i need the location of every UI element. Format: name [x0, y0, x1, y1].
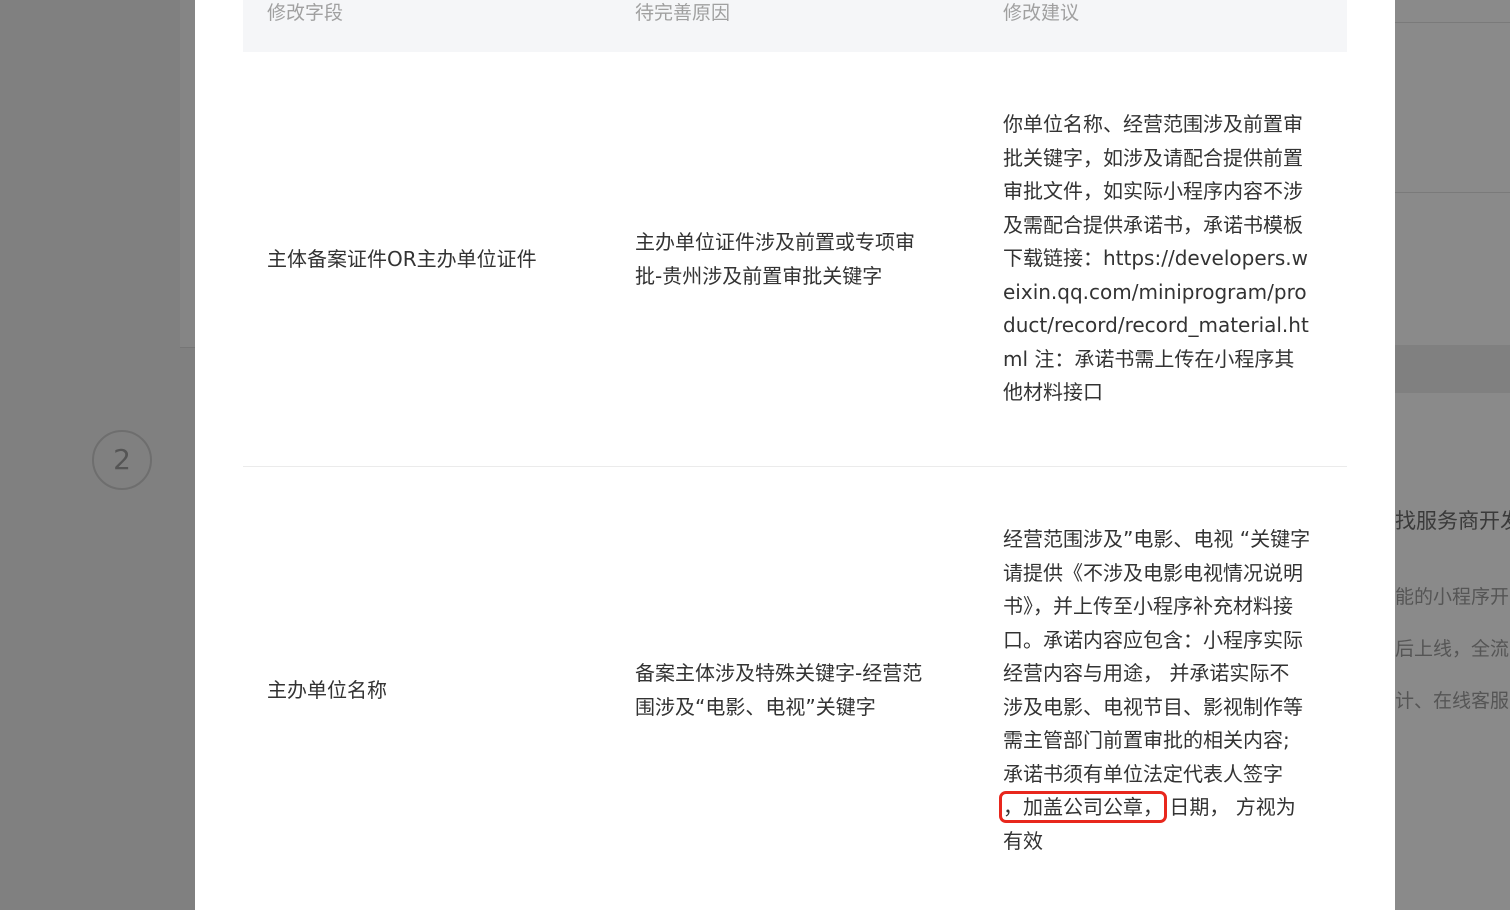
suggestion-line: 有效	[1003, 828, 1043, 853]
suggestion-line: 经营范围涉及”电影、电视 “关键字	[1003, 527, 1311, 551]
row-divider	[243, 466, 1347, 467]
suggestion-line: 需主管部门前置审批的相关内容;	[1003, 728, 1290, 752]
row2-reason: 备案主体涉及特殊关键字-经营范 围涉及“电影、电视”关键字	[635, 657, 922, 724]
row2-field: 主办单位名称	[267, 678, 387, 702]
table-header: 修改字段 待完善原因 修改建议	[243, 0, 1347, 52]
header-suggestion: 修改建议	[1003, 2, 1080, 24]
suggestion-line: 承诺书须有单位法定代表人签字	[1003, 761, 1283, 786]
suggestion-line: 请提供《不涉及电影电视情况说明	[1003, 560, 1303, 585]
service-desc-line: 能的小程序开	[1395, 586, 1510, 608]
row1-suggestion: 你单位名称、经营范围涉及前置审 批关键字，如涉及请配合提供前置 审批文件，如实际…	[1003, 108, 1309, 410]
suggestion-line: 批关键字，如涉及请配合提供前置	[1003, 145, 1303, 170]
row1-reason: 主办单位证件涉及前置或专项审 批-贵州涉及前置审批关键字	[635, 226, 915, 293]
reason-line: 备案主体涉及特殊关键字-经营范	[635, 661, 923, 685]
row1-field: 主体备案证件OR主办单位证件	[267, 247, 537, 271]
suggestion-text: 日期， 方视为	[1169, 795, 1296, 819]
suggestion-line: 你单位名称、经营范围涉及前置审	[1003, 112, 1303, 136]
row2-suggestion: 经营范围涉及”电影、电视 “关键字 请提供《不涉及电影电视情况说明 书》，并上传…	[999, 523, 1311, 858]
service-desc-line: 计、在线客服	[1395, 690, 1510, 712]
suggestion-line: ml 注：承诺书需上传在小程序其	[1003, 346, 1295, 371]
suggestion-line: 下载链接：https://developers.w	[1003, 246, 1308, 270]
header-field: 修改字段	[267, 2, 344, 24]
suggestion-line: duct/record/record_material.ht	[1003, 313, 1309, 337]
suggestion-line: 他材料接口	[1003, 380, 1103, 404]
suggestion-line: 经营内容与用途， 并承诺实际不	[1003, 661, 1290, 685]
review-result-dialog: 修改字段 待完善原因 修改建议 主体备案证件OR主办单位证件 主办单位证件涉及前…	[195, 0, 1395, 910]
service-title: 找服务商开发	[1395, 509, 1510, 533]
reason-line: 主办单位证件涉及前置或专项审	[635, 230, 915, 254]
suggestion-line: 审批文件，如实际小程序内容不涉	[1003, 179, 1303, 203]
service-desc-line: 后上线，全流	[1395, 638, 1510, 660]
suggestion-line: 涉及电影、电视节目、影视制作等	[1003, 694, 1303, 719]
highlighted-text: ，加盖公司公章，	[999, 791, 1167, 823]
background-service-section: 找服务商开发 能的小程序开 后上线，全流 计、在线客服	[1395, 393, 1510, 910]
suggestion-line: eixin.qq.com/miniprogram/pro	[1003, 279, 1307, 304]
suggestion-line: ，加盖公司公章， 日期， 方视为	[999, 791, 1310, 825]
header-reason: 待完善原因	[635, 2, 731, 24]
suggestion-line: 及需配合提供承诺书，承诺书模板	[1003, 212, 1303, 237]
step-number-badge: 2	[92, 430, 152, 490]
suggestion-line: 口。承诺内容应包含：小程序实际	[1003, 627, 1303, 652]
reason-line: 围涉及“电影、电视”关键字	[635, 694, 876, 719]
suggestion-line: 书》，并上传至小程序补充材料接	[1003, 594, 1293, 618]
reason-line: 批-贵州涉及前置审批关键字	[635, 263, 883, 288]
background-card	[1380, 0, 1510, 345]
